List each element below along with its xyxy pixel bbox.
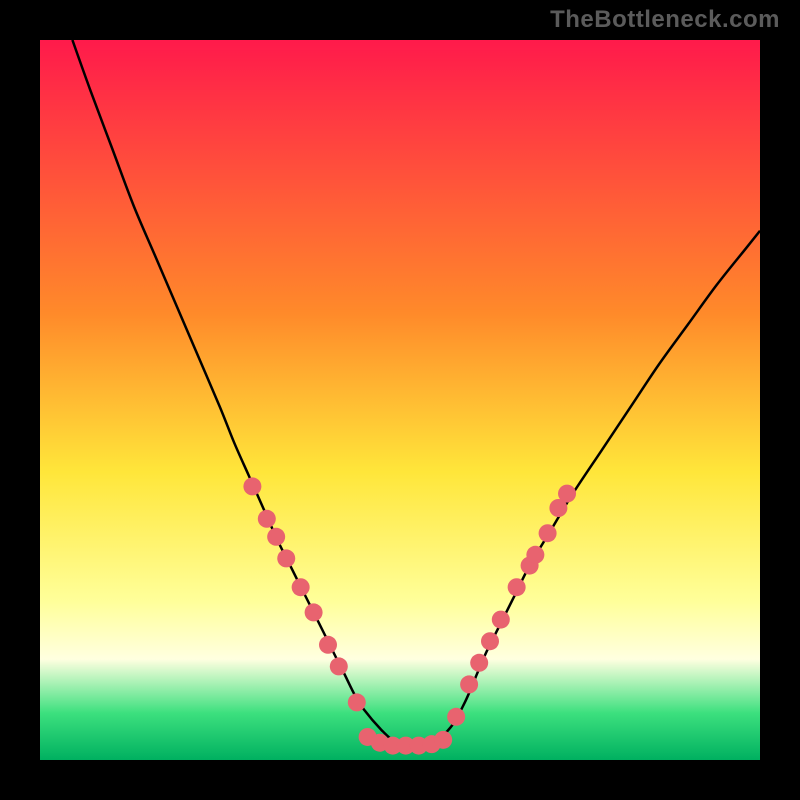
marker-right-dots	[481, 632, 499, 650]
marker-right-dots	[526, 546, 544, 564]
marker-right-dots	[508, 578, 526, 596]
marker-left-dots	[305, 603, 323, 621]
marker-left-dots	[243, 477, 261, 495]
plot-area	[40, 40, 760, 760]
marker-left-dots	[267, 528, 285, 546]
marker-right-dots	[492, 611, 510, 629]
marker-right-dots	[460, 675, 478, 693]
gradient-background	[40, 40, 760, 760]
marker-right-dots	[447, 708, 465, 726]
marker-left-dots	[292, 578, 310, 596]
watermark-text: TheBottleneck.com	[550, 6, 780, 34]
marker-right-dots	[539, 524, 557, 542]
marker-right-dots	[470, 654, 488, 672]
marker-left-dots	[348, 693, 366, 711]
chart-container: TheBottleneck.com	[0, 0, 800, 800]
chart-svg	[40, 40, 760, 760]
marker-bottom-dots	[434, 731, 452, 749]
marker-left-dots	[258, 510, 276, 528]
marker-left-dots	[277, 549, 295, 567]
marker-left-dots	[319, 636, 337, 654]
marker-right-dots	[558, 485, 576, 503]
marker-left-dots	[330, 657, 348, 675]
